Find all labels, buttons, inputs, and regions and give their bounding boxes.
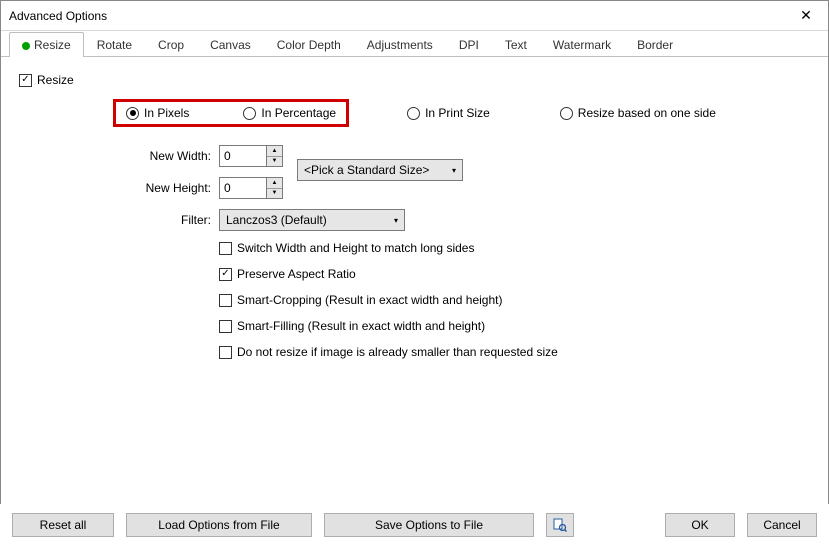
smart-filling-checkbox[interactable]: Smart-Filling (Result in exact width and…	[219, 319, 810, 333]
cancel-button[interactable]: Cancel	[747, 513, 817, 537]
footer: Reset all Load Options from File Save Op…	[0, 504, 829, 546]
filter-select[interactable]: Lanczos3 (Default) ▾	[219, 209, 405, 231]
dimensions-form: New Width: ▲ ▼ <Pick a Standard Size> ▾ …	[115, 145, 810, 231]
preserve-aspect-checkbox[interactable]: Preserve Aspect Ratio	[219, 267, 810, 281]
ok-button[interactable]: OK	[665, 513, 735, 537]
tab-rotate[interactable]: Rotate	[84, 32, 145, 56]
magnifier-page-icon	[553, 518, 567, 532]
new-width-input[interactable]	[220, 146, 266, 166]
chevron-down-icon: ▼	[267, 157, 282, 167]
tab-text[interactable]: Text	[492, 32, 540, 56]
tab-border[interactable]: Border	[624, 32, 686, 56]
checkbox-label: Smart-Filling (Result in exact width and…	[237, 319, 485, 333]
new-width-row: New Width: ▲ ▼ <Pick a Standard Size> ▾	[115, 145, 810, 167]
radio-one-side[interactable]: Resize based on one side	[560, 106, 716, 120]
switch-wh-checkbox[interactable]: Switch Width and Height to match long si…	[219, 241, 810, 255]
radio-icon	[126, 107, 139, 120]
new-height-spinner[interactable]: ▲ ▼	[219, 177, 283, 199]
reset-all-button[interactable]: Reset all	[12, 513, 114, 537]
new-width-label: New Width:	[115, 149, 219, 163]
chevron-down-icon: ▾	[394, 216, 398, 225]
spinner-arrows[interactable]: ▲ ▼	[266, 146, 282, 166]
smart-cropping-checkbox[interactable]: Smart-Cropping (Result in exact width an…	[219, 293, 810, 307]
radio-in-pixels[interactable]: In Pixels	[126, 106, 189, 120]
checkbox-label: Preserve Aspect Ratio	[237, 267, 356, 281]
radio-in-print-size[interactable]: In Print Size	[407, 106, 490, 120]
filter-label: Filter:	[115, 213, 219, 227]
chevron-down-icon: ▾	[452, 166, 456, 175]
chevron-up-icon: ▲	[267, 146, 282, 157]
resize-checkbox[interactable]: Resize	[19, 73, 74, 87]
checkbox-icon	[19, 74, 32, 87]
radio-label: Resize based on one side	[578, 106, 716, 120]
checkbox-icon	[219, 294, 232, 307]
checkbox-icon	[219, 320, 232, 333]
new-height-input[interactable]	[220, 178, 266, 198]
tab-dpi[interactable]: DPI	[446, 32, 492, 56]
resize-checkbox-label: Resize	[37, 73, 74, 87]
highlight-annotation: In Pixels In Percentage	[113, 99, 349, 127]
window-title: Advanced Options	[9, 9, 786, 23]
checkbox-icon	[219, 242, 232, 255]
select-value: Lanczos3 (Default)	[226, 213, 327, 227]
tab-canvas[interactable]: Canvas	[197, 32, 264, 56]
content-area: Resize In Pixels In Percentage In Print …	[1, 57, 828, 505]
standard-size-select[interactable]: <Pick a Standard Size> ▾	[297, 159, 463, 181]
save-options-button[interactable]: Save Options to File	[324, 513, 534, 537]
radio-label: In Percentage	[261, 106, 336, 120]
tab-watermark[interactable]: Watermark	[540, 32, 624, 56]
active-indicator-icon	[22, 42, 30, 50]
tab-bar: Resize Rotate Crop Canvas Color Depth Ad…	[1, 31, 828, 57]
preview-icon-button[interactable]	[546, 513, 574, 537]
radio-label: In Print Size	[425, 106, 490, 120]
options-list: Switch Width and Height to match long si…	[219, 241, 810, 359]
tab-adjustments[interactable]: Adjustments	[354, 32, 446, 56]
close-icon: ✕	[800, 7, 812, 24]
new-width-spinner[interactable]: ▲ ▼	[219, 145, 283, 167]
tab-resize[interactable]: Resize	[9, 32, 84, 56]
chevron-down-icon: ▼	[267, 189, 282, 199]
new-height-label: New Height:	[115, 181, 219, 195]
checkbox-label: Do not resize if image is already smalle…	[237, 345, 558, 359]
tab-crop[interactable]: Crop	[145, 32, 197, 56]
titlebar: Advanced Options ✕	[1, 1, 828, 31]
radio-in-percentage[interactable]: In Percentage	[243, 106, 336, 120]
checkbox-icon	[219, 346, 232, 359]
spinner-arrows[interactable]: ▲ ▼	[266, 178, 282, 198]
checkbox-label: Switch Width and Height to match long si…	[237, 241, 474, 255]
checkbox-icon	[219, 268, 232, 281]
load-options-button[interactable]: Load Options from File	[126, 513, 312, 537]
tab-color-depth[interactable]: Color Depth	[264, 32, 354, 56]
radio-icon	[407, 107, 420, 120]
radio-icon	[560, 107, 573, 120]
mode-radio-row: In Pixels In Percentage In Print Size Re…	[19, 99, 810, 127]
select-value: <Pick a Standard Size>	[304, 163, 429, 177]
chevron-up-icon: ▲	[267, 178, 282, 189]
checkbox-label: Smart-Cropping (Result in exact width an…	[237, 293, 502, 307]
radio-label: In Pixels	[144, 106, 189, 120]
close-button[interactable]: ✕	[786, 2, 826, 30]
no-resize-smaller-checkbox[interactable]: Do not resize if image is already smalle…	[219, 345, 810, 359]
filter-row: Filter: Lanczos3 (Default) ▾	[115, 209, 810, 231]
radio-icon	[243, 107, 256, 120]
